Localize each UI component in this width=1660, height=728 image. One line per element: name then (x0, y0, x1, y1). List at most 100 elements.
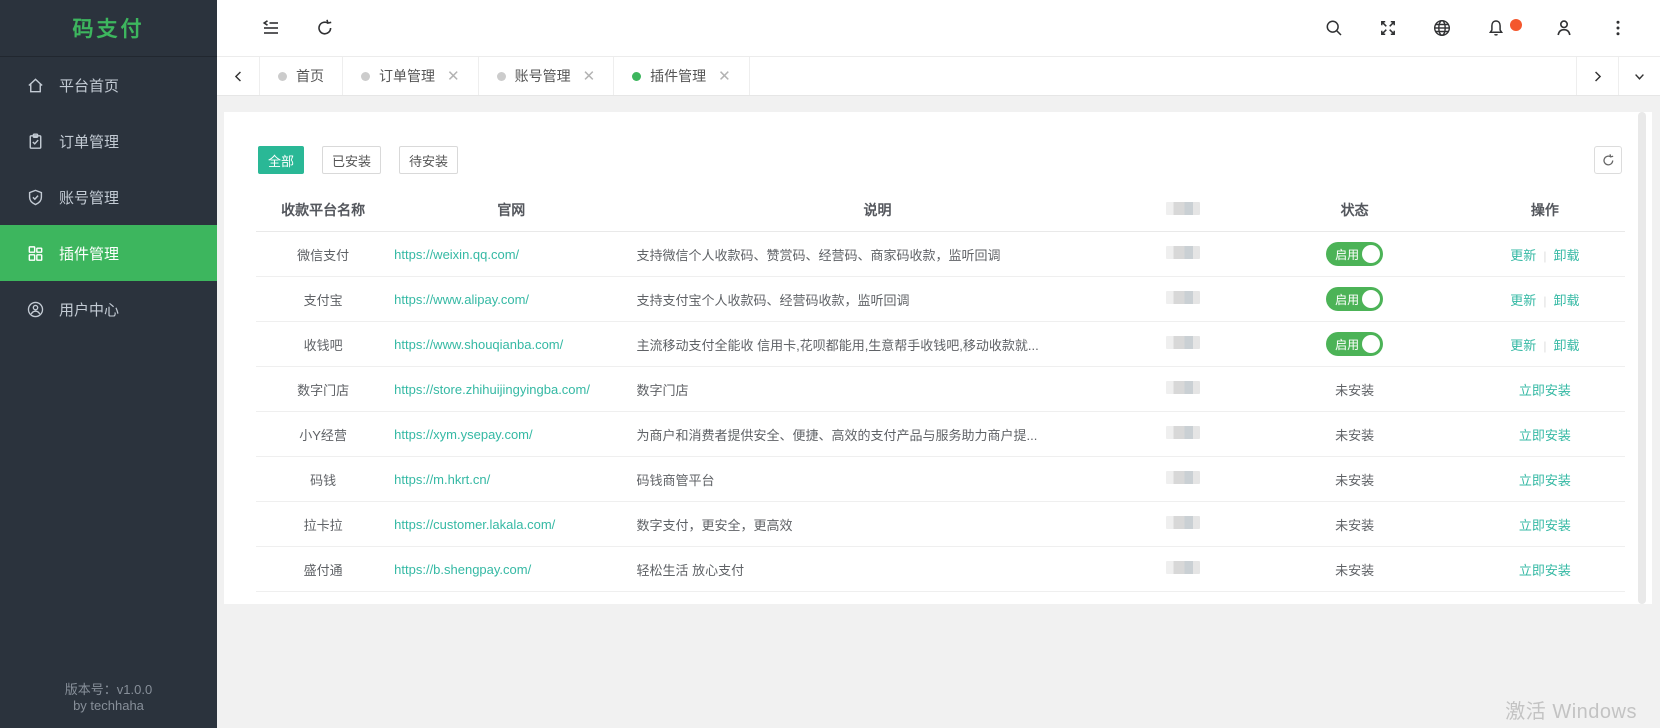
user-icon (27, 301, 44, 317)
search-icon[interactable] (1324, 18, 1344, 38)
platform-name: 码钱 (310, 472, 337, 488)
install-link[interactable]: 立即安装 (1519, 383, 1571, 398)
status-cell: 未安装 (1244, 425, 1464, 444)
enable-toggle[interactable]: 启用 (1326, 242, 1384, 266)
vertical-scrollbar[interactable] (1638, 112, 1646, 604)
site-link[interactable]: https://xym.ysepay.com/ (394, 427, 532, 442)
platform-desc: 为商户和消费者提供安全、便捷、高效的支付产品与服务助力商户提... (636, 427, 1038, 443)
redacted-block (1166, 291, 1201, 304)
toggle-knob (1362, 245, 1381, 263)
col-header-status: 状态 (1340, 201, 1369, 218)
table-row: 微信支付 https://weixin.qq.com/支持微信个人收款码、赞赏码、… (256, 232, 1625, 277)
tab-plugins[interactable]: 插件管理 ✕ (614, 57, 750, 95)
platform-desc: 数字支付，更安全，更高效 (636, 517, 793, 533)
action-cell: 立即安装 (1465, 515, 1625, 534)
sidebar: 码支付 平台首页 订单管理 账号管理 插件管理 用户中心 版本号：v1.0.0 … (0, 0, 217, 728)
tab-orders[interactable]: 订单管理 ✕ (343, 57, 479, 95)
table-row: 收钱吧 https://www.shouqianba.com/主流移动支付全能收 … (256, 322, 1625, 367)
tab-label: 账号管理 (514, 68, 571, 84)
action-cell: 立即安装 (1465, 560, 1625, 579)
language-globe-icon[interactable] (1432, 18, 1452, 38)
tab-home[interactable]: 首页 (260, 57, 343, 95)
platform-desc: 码钱商管平台 (636, 472, 715, 488)
col-header-desc: 说明 (863, 201, 892, 218)
action-cell: 立即安装 (1465, 425, 1625, 444)
site-link[interactable]: https://www.alipay.com/ (394, 292, 529, 307)
site-link[interactable]: https://customer.lakala.com/ (394, 517, 555, 532)
site-link[interactable]: https://store.zhihuijingyingba.com/ (394, 382, 590, 397)
tabbar: 首页 订单管理 ✕ 账号管理 ✕ 插件管理 ✕ (217, 57, 1660, 96)
action-divider: | (1543, 338, 1547, 353)
notifications-bell-icon[interactable] (1486, 18, 1522, 38)
sidebar-item-label: 用户中心 (59, 301, 120, 319)
tab-close-icon[interactable]: ✕ (447, 69, 460, 84)
tabs-scroll-left-icon[interactable] (217, 57, 260, 95)
status-cell: 未安装 (1244, 470, 1464, 489)
enable-toggle[interactable]: 启用 (1326, 287, 1384, 311)
tabbar-spacer (750, 57, 1576, 95)
update-link[interactable]: 更新 (1510, 248, 1536, 263)
update-link[interactable]: 更新 (1510, 338, 1536, 353)
fullscreen-icon[interactable] (1378, 18, 1398, 38)
site-link[interactable]: https://m.hkrt.cn/ (394, 472, 490, 487)
profile-icon[interactable] (1554, 18, 1574, 38)
home-icon (28, 77, 43, 92)
sidebar-item-home[interactable]: 平台首页 (0, 57, 217, 113)
plugin-grid-icon (28, 245, 43, 261)
tab-close-icon[interactable]: ✕ (718, 69, 731, 84)
site-link[interactable]: https://weixin.qq.com/ (394, 247, 519, 262)
collapse-sidebar-icon[interactable] (261, 18, 281, 38)
table-row: 数字门店 https://store.zhihuijingyingba.com/数… (256, 367, 1625, 412)
uninstall-link[interactable]: 卸载 (1553, 338, 1579, 353)
table-header-row: 收款平台名称 官网 说明 状态 操作 (256, 188, 1625, 232)
refresh-icon[interactable] (315, 18, 335, 38)
toggle-label: 启用 (1335, 247, 1360, 262)
status-cell: 启用 (1244, 287, 1464, 311)
action-divider: | (1543, 293, 1547, 308)
refresh-icon (1602, 153, 1613, 165)
action-cell: 立即安装 (1465, 380, 1625, 399)
col-header-site: 官网 (497, 201, 526, 218)
status-not-installed: 未安装 (1335, 562, 1375, 578)
sidebar-item-plugins[interactable]: 插件管理 (0, 225, 217, 281)
install-link[interactable]: 立即安装 (1519, 473, 1571, 488)
uninstall-link[interactable]: 卸载 (1553, 293, 1579, 308)
status-cell: 未安装 (1244, 515, 1464, 534)
platform-name: 盛付通 (303, 562, 343, 578)
install-link[interactable]: 立即安装 (1519, 428, 1571, 443)
tab-label: 订单管理 (379, 68, 435, 84)
update-link[interactable]: 更新 (1510, 293, 1536, 308)
more-menu-icon[interactable] (1608, 18, 1628, 38)
topbar (217, 0, 1660, 57)
install-link[interactable]: 立即安装 (1519, 563, 1571, 578)
sidebar-item-orders[interactable]: 订单管理 (0, 113, 217, 169)
tabs-scroll-right-icon[interactable] (1576, 57, 1618, 95)
filter-installed-button[interactable]: 已安装 (322, 146, 382, 174)
enable-toggle[interactable]: 启用 (1326, 332, 1384, 356)
status-not-installed: 未安装 (1335, 472, 1375, 488)
platform-name: 收钱吧 (303, 337, 343, 353)
site-link[interactable]: https://b.shengpay.com/ (394, 562, 531, 577)
sidebar-item-accounts[interactable]: 账号管理 (0, 169, 217, 225)
uninstall-link[interactable]: 卸载 (1553, 248, 1579, 263)
status-not-installed: 未安装 (1335, 382, 1375, 398)
filter-all-button[interactable]: 全部 (258, 146, 305, 174)
filter-pending-button[interactable]: 待安装 (399, 146, 459, 174)
tab-label: 首页 (296, 68, 324, 84)
table-row: 支付宝 https://www.alipay.com/支持支付宝个人收款码、经营码… (256, 277, 1625, 322)
site-link[interactable]: https://www.shouqianba.com/ (394, 337, 563, 352)
tabs-menu-chevron-down-icon[interactable] (1618, 57, 1660, 95)
plugin-table-body: 微信支付 https://weixin.qq.com/支持微信个人收款码、赞赏码、… (256, 232, 1625, 592)
author-text: by techhaha (73, 698, 144, 713)
tab-accounts[interactable]: 账号管理 ✕ (479, 57, 615, 95)
redacted-block (1166, 336, 1201, 349)
install-link[interactable]: 立即安装 (1519, 518, 1571, 533)
action-cell: 立即安装 (1465, 470, 1625, 489)
platform-name: 微信支付 (297, 247, 350, 263)
col-header-name: 收款平台名称 (281, 201, 366, 218)
tab-close-icon[interactable]: ✕ (583, 69, 596, 84)
sidebar-item-label: 插件管理 (59, 245, 120, 263)
sidebar-item-user-center[interactable]: 用户中心 (0, 281, 217, 337)
table-refresh-button[interactable] (1594, 146, 1622, 174)
redacted-block (1166, 516, 1201, 529)
